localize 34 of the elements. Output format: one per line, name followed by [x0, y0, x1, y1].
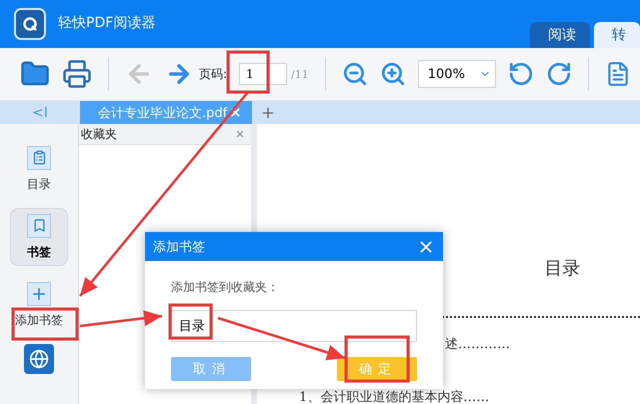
highlight-frame	[12, 308, 78, 340]
dialog-title: 添加书签	[153, 238, 205, 256]
bookmark-name-field[interactable]: 目录	[171, 310, 417, 342]
toc-line: 述…………	[445, 338, 511, 351]
page-number-field[interactable]: 1	[239, 63, 288, 85]
highlight-frame	[344, 336, 410, 382]
close-icon[interactable]	[235, 129, 245, 139]
zoom-in-icon[interactable]	[380, 61, 406, 87]
sidebar-item[interactable]: 添加书签	[10, 276, 68, 334]
sidebar-item[interactable]: 目录	[10, 140, 68, 198]
zoom-out-icon[interactable]	[342, 61, 368, 87]
highlight-frame	[226, 50, 270, 94]
toc-line: 1、会计职业道德的基本内容……	[299, 391, 490, 404]
list-icon	[27, 146, 51, 170]
bookmark-icon	[27, 214, 51, 238]
printer-icon[interactable]	[62, 59, 92, 89]
zoom-select[interactable]: 100%	[418, 60, 496, 88]
panel-title: 收藏夹	[81, 126, 117, 142]
page-total: /11	[291, 68, 309, 80]
app-title: 轻快PDF阅读器	[58, 14, 156, 32]
add-tab-icon[interactable]	[260, 104, 276, 120]
mode-tab[interactable]: 阅读	[530, 22, 590, 48]
plus-icon	[27, 282, 51, 306]
app-logo-icon	[14, 8, 46, 40]
document-heading: 目录	[544, 257, 580, 280]
mode-tab[interactable]: 转	[594, 22, 640, 48]
sidebar-item[interactable]: 书签	[10, 208, 68, 266]
close-icon[interactable]	[229, 106, 242, 119]
dialog-prompt: 添加书签到收藏夹：	[171, 279, 280, 296]
page-label: 页码:	[199, 66, 228, 82]
rotate-left-icon[interactable]	[508, 61, 534, 87]
highlight-frame	[168, 304, 212, 340]
globe-icon[interactable]	[24, 344, 54, 374]
rotate-right-icon[interactable]	[546, 61, 572, 87]
